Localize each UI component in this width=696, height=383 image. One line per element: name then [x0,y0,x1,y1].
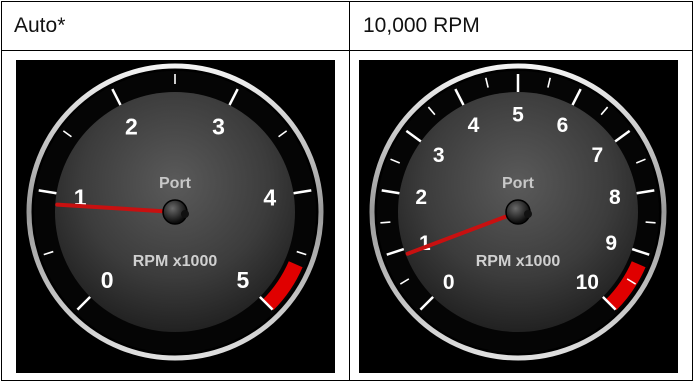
minor-tick [645,221,656,224]
header-divider [2,50,692,51]
header-auto: Auto* [14,14,66,37]
tick-label: 4 [468,114,480,137]
tick-label: 7 [591,144,603,167]
tick-label: 2 [125,114,138,140]
tick-label: 0 [443,271,455,294]
tachometer-dial: 012 345PortRPM x1000 [16,60,335,373]
minor-tick [380,221,391,224]
tick-label: 6 [557,114,569,137]
tick-label: 2 [415,186,427,209]
tick-label: 9 [605,232,617,255]
tick-label: 0 [101,267,114,293]
unit-label: RPM x1000 [476,253,561,270]
tick-label: 8 [609,186,621,209]
gauge-10000-rpm: 0 1 2 3 4 5 6 7 8 9 10 Port RPM x1000 [359,60,678,373]
column-divider [349,2,350,380]
tick-label: 4 [263,184,276,210]
gauge-label: Port [159,175,192,192]
header-10000-rpm: 10,000 RPM [363,14,480,37]
gauge-auto: 0 1 2 3 4 5 Port RPM x1000 [16,60,335,373]
tachometer-dial: 01 234 5 678 9 10 Port RPM x1000 [359,60,678,373]
tick-label: 3 [212,114,225,140]
tick-label: 3 [433,144,445,167]
tick-label: 10 [576,271,599,294]
needle-hub-cap [181,210,189,218]
tick-label: 5 [236,267,249,293]
needle-hub-cap [524,210,532,218]
tick-label: 1 [419,232,431,255]
tick-label: 5 [512,104,524,127]
gauge-label: Port [502,175,535,192]
unit-label: RPM x1000 [133,253,218,270]
